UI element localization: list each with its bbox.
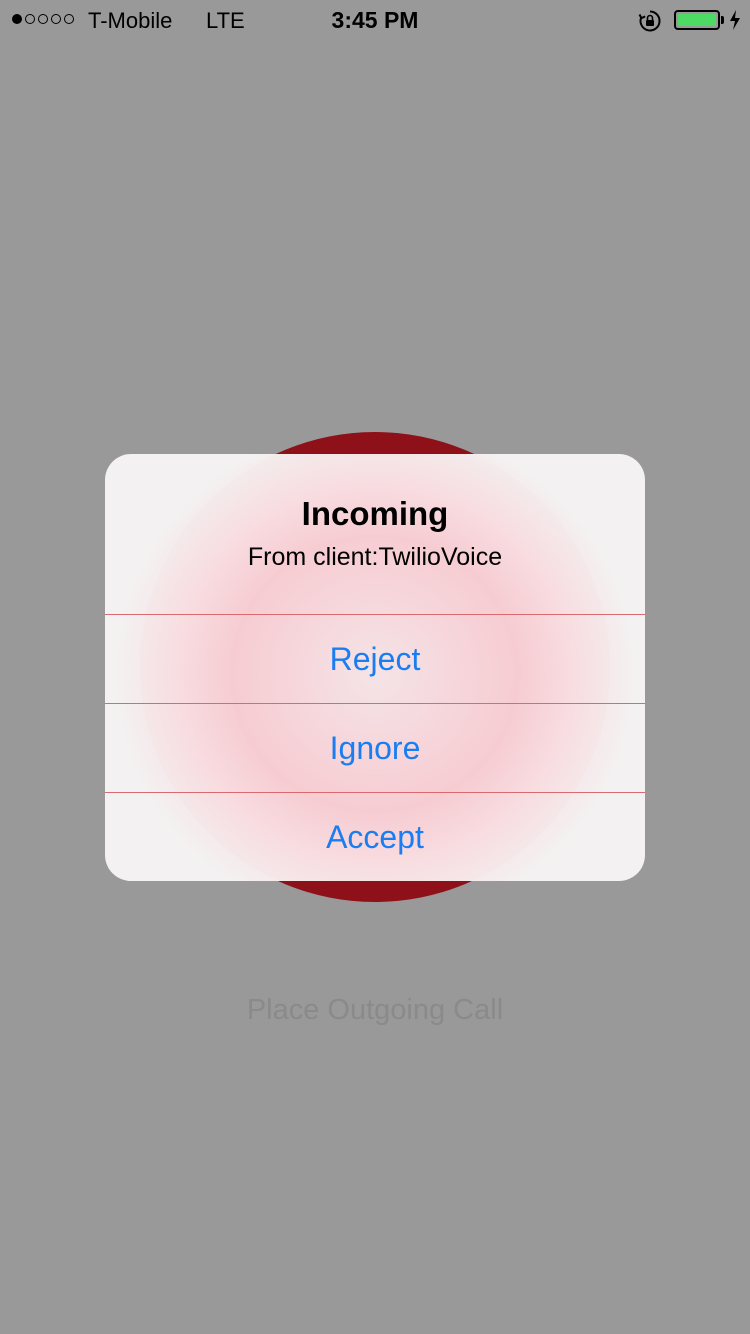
alert-message: From client:TwilioVoice bbox=[247, 543, 503, 571]
incoming-call-alert: Incoming From client:TwilioVoice Reject … bbox=[105, 454, 645, 881]
alert-header: Incoming From client:TwilioVoice bbox=[105, 454, 645, 614]
battery-tip bbox=[721, 16, 724, 24]
place-outgoing-call-label[interactable]: Place Outgoing Call bbox=[0, 994, 750, 1027]
charging-bolt-icon bbox=[730, 10, 740, 30]
screen: T-Mobile LTE 3:45 PM Place Outgoing Call… bbox=[0, 0, 750, 1334]
rotation-lock-icon bbox=[638, 10, 661, 32]
battery-level bbox=[678, 14, 716, 26]
battery-icon bbox=[674, 10, 720, 30]
alert-title: Incoming bbox=[301, 495, 449, 532]
reject-button[interactable]: Reject bbox=[105, 614, 645, 703]
status-bar: T-Mobile LTE 3:45 PM bbox=[0, 0, 750, 40]
ignore-button[interactable]: Ignore bbox=[105, 703, 645, 792]
accept-button[interactable]: Accept bbox=[105, 792, 645, 881]
